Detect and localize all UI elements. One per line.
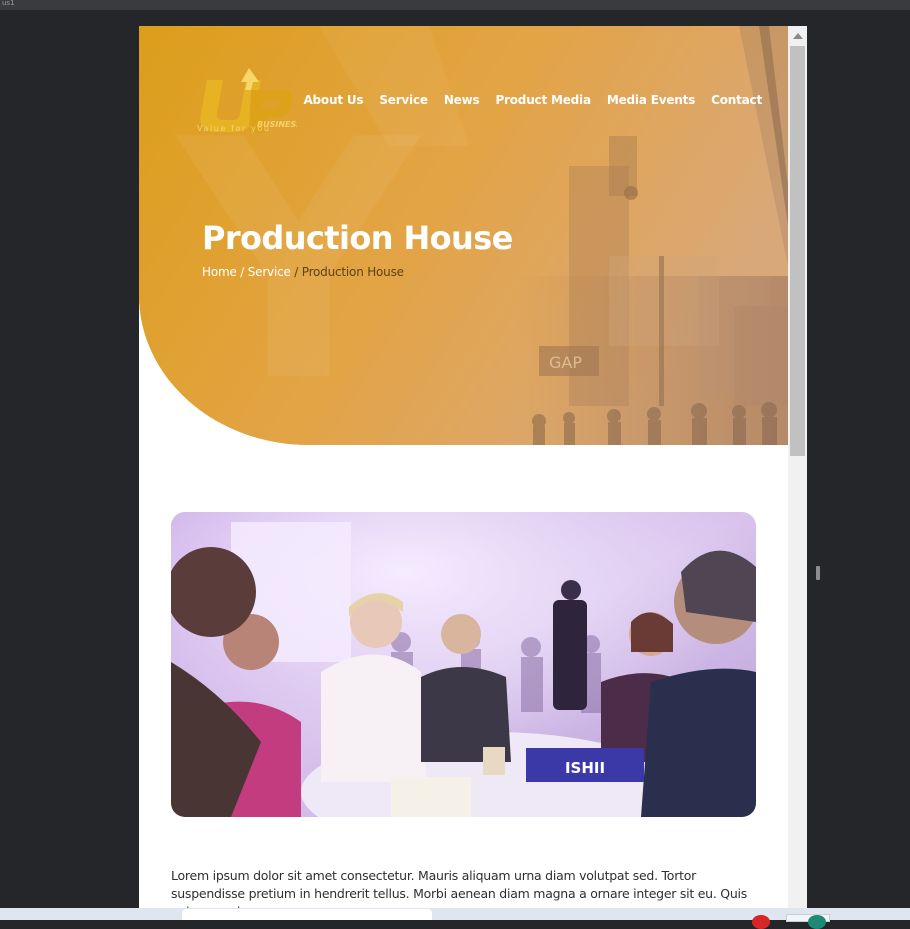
scroll-thumb[interactable] <box>790 46 805 456</box>
breadcrumb-current: Production House <box>301 265 404 279</box>
tab-fragment: us1 <box>2 0 15 7</box>
main-nav: About Us Service News Product Media Medi… <box>303 93 762 107</box>
breadcrumb-home[interactable]: Home <box>202 265 237 279</box>
name-plate-text: ISHII <box>565 759 605 777</box>
nav-about-us[interactable]: About Us <box>303 93 363 107</box>
page-scrollbar[interactable] <box>788 26 807 920</box>
gap-sign: GAP <box>549 353 582 372</box>
breadcrumb-separator: / <box>236 265 248 279</box>
app-teal-icon[interactable] <box>808 915 826 929</box>
pane-resize-handle[interactable] <box>816 566 820 580</box>
page-title: Production House <box>202 219 513 257</box>
browser-top-bar: us1 <box>0 0 910 10</box>
nav-media-events[interactable]: Media Events <box>607 93 695 107</box>
os-taskbar <box>0 908 910 929</box>
scroll-up-arrow-icon[interactable] <box>793 33 803 39</box>
nav-contact[interactable]: Contact <box>711 93 762 107</box>
nav-news[interactable]: News <box>444 93 480 107</box>
breadcrumb-separator: / <box>290 265 302 279</box>
taskbar-search-field[interactable] <box>182 909 432 920</box>
meeting-photo: ISHII <box>171 512 756 817</box>
nav-product-media[interactable]: Product Media <box>495 93 591 107</box>
hero-banner: Y GAP BUSINES Value for you About Us Ser… <box>139 26 788 445</box>
app-red-icon[interactable] <box>752 915 770 929</box>
breadcrumb-service[interactable]: Service <box>248 265 291 279</box>
breadcrumb: Home / Service / Production House <box>202 265 404 279</box>
logo-tagline: Value for you <box>197 124 271 133</box>
nav-service[interactable]: Service <box>379 93 428 107</box>
web-page: Y GAP BUSINES Value for you About Us Ser… <box>139 26 807 920</box>
